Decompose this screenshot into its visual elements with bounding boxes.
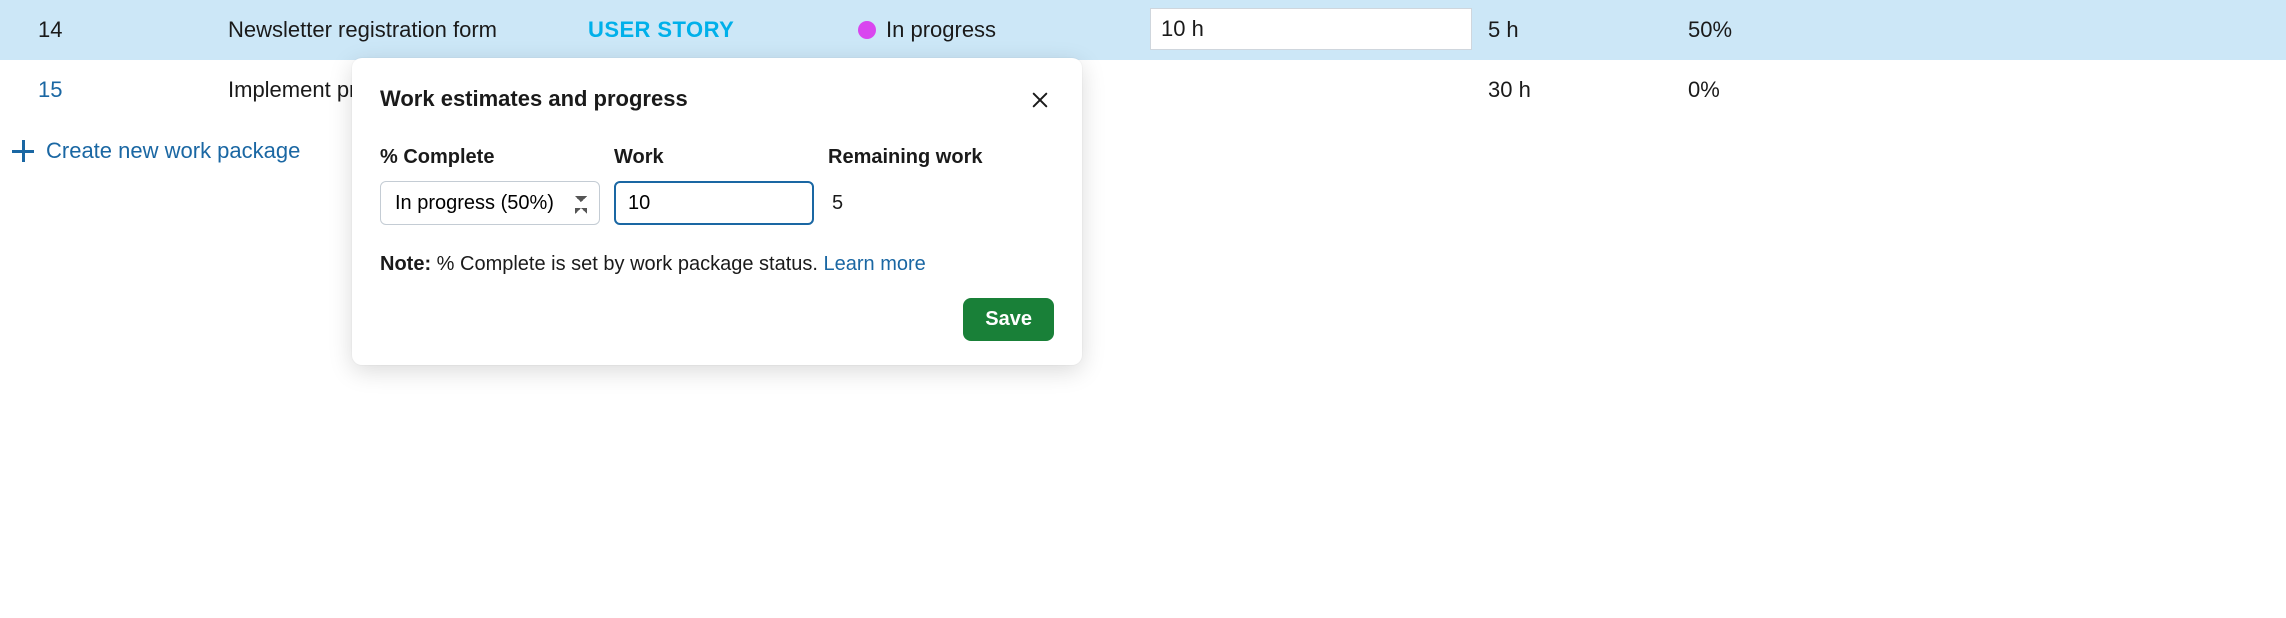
wp-remaining: 5 h bbox=[1480, 17, 1680, 43]
remaining-work-value: 5 bbox=[828, 181, 1054, 225]
work-input[interactable] bbox=[614, 181, 814, 225]
learn-more-link[interactable]: Learn more bbox=[824, 253, 926, 275]
status-dot-icon bbox=[858, 21, 876, 39]
create-label: Create new work package bbox=[46, 138, 300, 164]
wp-type: USER STORY bbox=[580, 17, 850, 43]
note-bold: Note: bbox=[380, 253, 431, 275]
wp-id-link[interactable]: 15 bbox=[0, 77, 220, 103]
work-package-table: 14 Newsletter registration form USER STO… bbox=[0, 0, 2286, 164]
wp-remaining: 30 h bbox=[1480, 77, 1680, 103]
percent-complete-label: % Complete bbox=[380, 146, 610, 169]
percent-complete-select[interactable]: In progress (50%) bbox=[380, 181, 600, 225]
plus-icon bbox=[12, 140, 34, 162]
wp-work-editing-cell[interactable]: 10 h bbox=[1150, 8, 1472, 50]
wp-percent: 0% bbox=[1680, 77, 2286, 103]
note-body: % Complete is set by work package status… bbox=[431, 253, 823, 275]
remaining-work-label: Remaining work bbox=[828, 146, 1054, 169]
status-text: In progress bbox=[886, 17, 996, 43]
dialog-title: Work estimates and progress bbox=[380, 86, 688, 112]
note-text: Note: % Complete is set by work package … bbox=[380, 253, 1054, 276]
work-value: 10 h bbox=[1161, 16, 1204, 42]
table-row[interactable]: 15 Implement pro 30 h 0% bbox=[0, 60, 2286, 120]
table-row[interactable]: 14 Newsletter registration form USER STO… bbox=[0, 0, 2286, 60]
wp-subject: Newsletter registration form bbox=[220, 17, 580, 43]
wp-status: In progress bbox=[850, 17, 1150, 43]
create-work-package-button[interactable]: Create new work package bbox=[0, 120, 300, 164]
close-button[interactable] bbox=[1026, 86, 1054, 114]
work-label: Work bbox=[614, 146, 824, 169]
wp-id: 14 bbox=[0, 17, 220, 43]
work-estimates-dialog: Work estimates and progress % Complete I… bbox=[352, 58, 1082, 365]
save-button[interactable]: Save bbox=[963, 298, 1054, 341]
close-icon bbox=[1031, 91, 1049, 109]
wp-percent: 50% bbox=[1680, 17, 2286, 43]
